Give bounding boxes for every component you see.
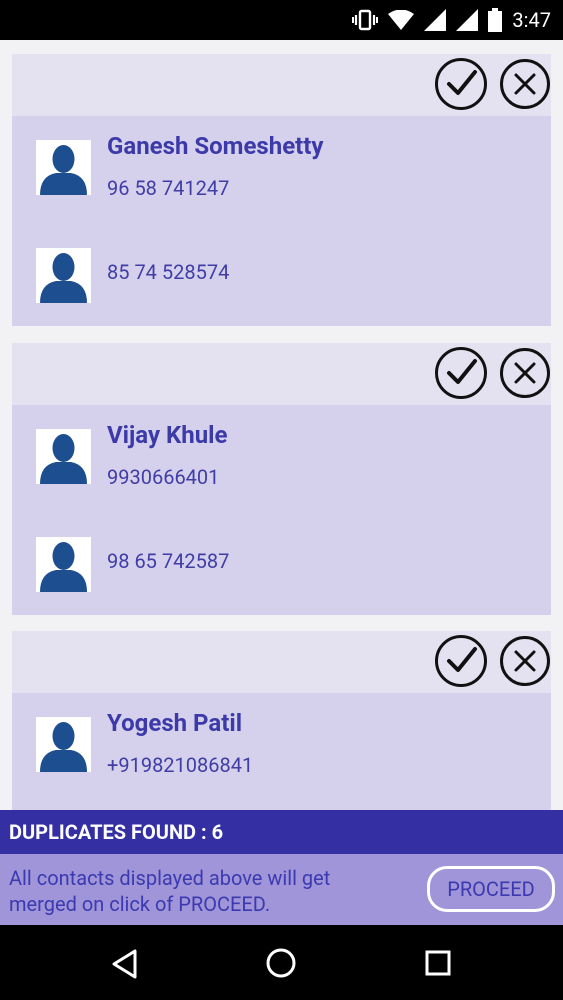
card-header [12,631,551,693]
contact-phone: 85 74 528574 [107,260,230,284]
merge-info-text: All contacts displayed above will get me… [9,866,331,916]
person-silhouette-icon [40,542,87,592]
status-bar: 3:47 [0,0,563,40]
accept-merge-button[interactable] [435,347,487,399]
avatar [36,140,91,195]
accept-merge-button[interactable] [435,58,487,110]
check-icon [447,647,477,672]
contact-phone: 98 65 742587 [107,549,230,573]
close-icon [514,362,536,384]
navigation-bar [0,925,563,1000]
check-icon [447,70,477,95]
person-silhouette-icon [40,434,87,484]
recents-icon[interactable] [424,949,452,977]
avatar [36,429,91,484]
duplicate-group-card: Vijay Khule 9930666401 98 65 742587 [12,343,551,615]
card-body: Vijay Khule 9930666401 98 65 742587 [12,405,551,615]
contact-phone: 9930666401 [107,465,220,489]
card-header [12,343,551,405]
reject-merge-button[interactable] [500,348,550,398]
check-icon [447,359,477,384]
proceed-button[interactable]: PROCEED [427,866,555,912]
contact-name: Yogesh Patil [107,709,243,737]
card-header [12,54,551,116]
duplicates-count-label: DUPLICATES FOUND : 6 [9,820,224,844]
contact-name: Vijay Khule [107,421,228,449]
person-silhouette-icon [40,145,87,195]
avatar [36,717,91,772]
close-icon [514,650,536,672]
vibrate-icon [352,9,379,31]
card-body: Ganesh Someshetty 96 58 741247 85 74 528… [12,116,551,326]
reject-merge-button[interactable] [500,59,550,109]
card-body: Yogesh Patil +919821086841 [12,693,551,810]
contact-name: Ganesh Someshetty [107,132,324,160]
avatar [36,248,91,303]
signal-icon [424,9,447,31]
status-time: 3:47 [512,8,551,32]
wifi-icon [388,10,415,30]
home-icon[interactable] [265,947,297,979]
duplicate-group-card: Ganesh Someshetty 96 58 741247 85 74 528… [12,54,551,326]
avatar [36,537,91,592]
close-icon [514,73,536,95]
signal-icon [456,9,479,31]
duplicates-found-bar: DUPLICATES FOUND : 6 [0,810,563,854]
contact-phone: 96 58 741247 [107,176,230,200]
reject-merge-button[interactable] [500,636,550,686]
accept-merge-button[interactable] [435,635,487,687]
duplicate-group-card: Yogesh Patil +919821086841 [12,631,551,810]
person-silhouette-icon [40,722,87,772]
back-icon[interactable] [108,947,142,981]
person-silhouette-icon [40,253,87,303]
duplicate-contacts-list[interactable]: Ganesh Someshetty 96 58 741247 85 74 528… [0,40,563,810]
battery-icon [488,8,503,32]
contact-phone: +919821086841 [107,753,254,777]
merge-info-bar: All contacts displayed above will get me… [0,854,563,925]
